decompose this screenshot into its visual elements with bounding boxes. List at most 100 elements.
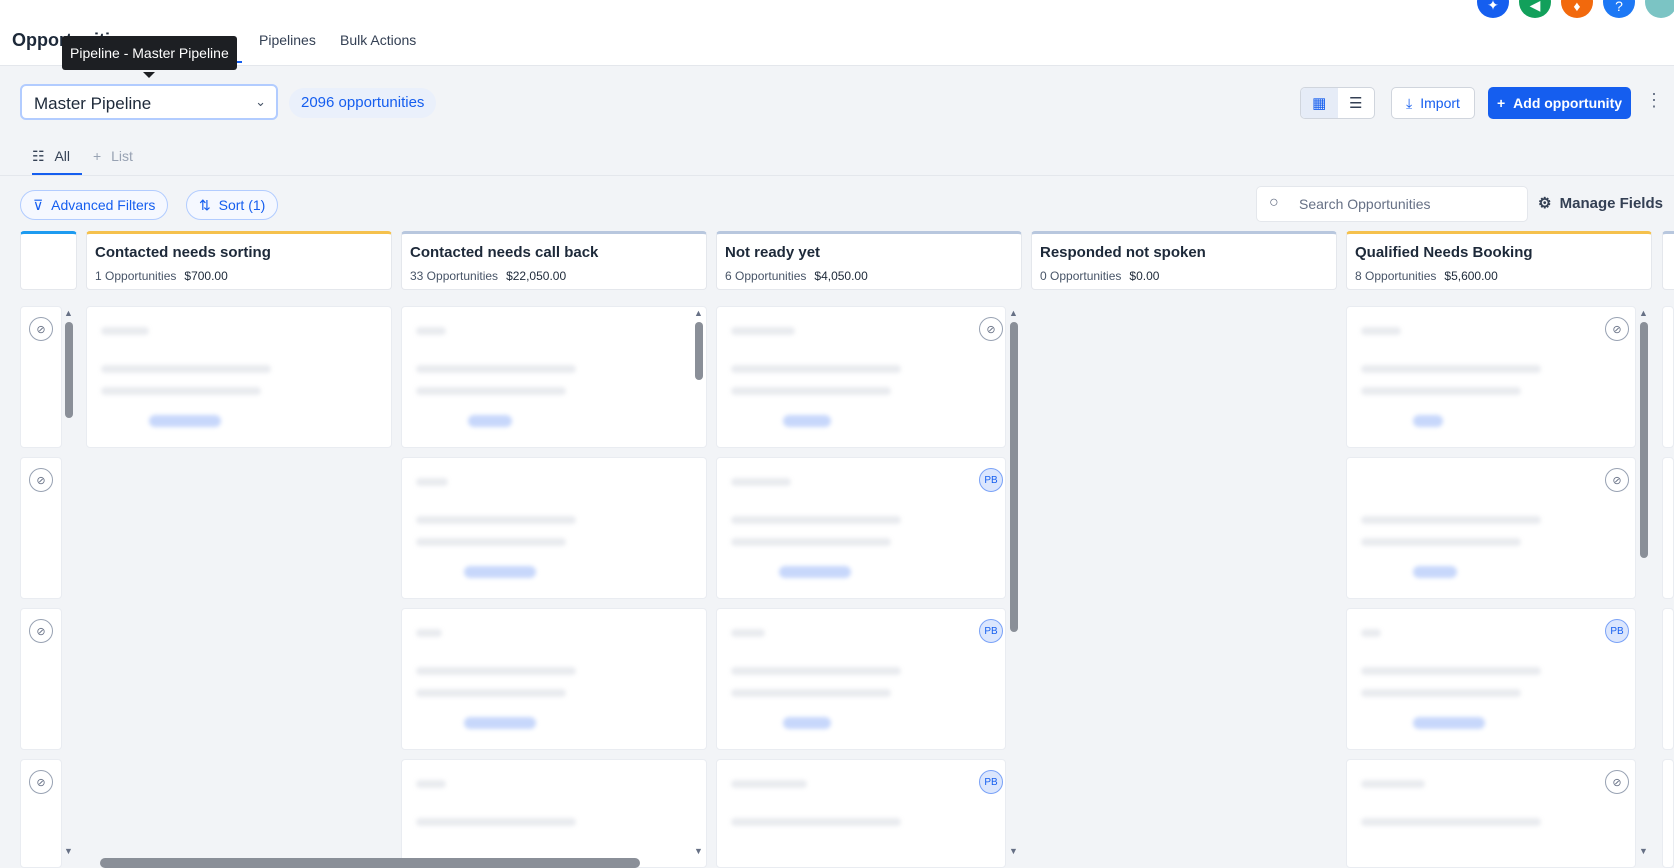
scroll-up-icon[interactable]: ▲ [1639,308,1648,318]
subtabs-divider [0,175,1674,176]
assign-user-icon[interactable]: ⊘ [1605,468,1629,492]
scroll-up-icon[interactable]: ▲ [694,308,703,318]
add-opportunity-label: Add opportunity [1513,95,1623,111]
column-count: 1 Opportunities [95,269,177,283]
column-header-partial [20,231,77,290]
opportunity-card[interactable] [401,457,707,599]
scroll-down-icon[interactable]: ▼ [1639,846,1648,856]
advanced-filters-button[interactable]: ⊽ Advanced Filters [20,190,169,220]
column-name: Responded not spoken [1040,244,1206,261]
opportunity-card[interactable]: ⊘ [20,457,62,599]
megaphone-icon[interactable]: ◀ [1519,0,1551,18]
column-name: Contacted needs sorting [95,244,271,261]
scroll-down-icon[interactable]: ▼ [694,846,703,856]
assign-user-icon[interactable]: ⊘ [29,317,53,341]
assign-user-icon[interactable]: ⊘ [29,468,53,492]
column-value: $0.00 [1129,269,1160,283]
opportunity-card[interactable]: ⊘ [1346,457,1636,599]
opportunity-card[interactable] [401,608,707,750]
assign-user-icon[interactable]: ⊘ [29,770,53,794]
pipeline-select[interactable]: Master Pipeline ⌄ [20,84,278,120]
scrollbar[interactable] [1010,322,1018,632]
assign-user-icon[interactable]: ⊘ [29,619,53,643]
tab-all-label: All [54,148,71,164]
opportunity-card[interactable] [86,306,392,448]
tab-bulk-actions[interactable]: Bulk Actions [340,32,416,48]
sort-button[interactable]: ⇅ Sort (1) [186,190,279,220]
opportunity-card[interactable]: PB [716,457,1006,599]
filter-icon: ⊽ [33,197,44,213]
opportunity-card[interactable] [1662,306,1674,448]
user-avatar[interactable]: PB [979,468,1003,492]
tab-all[interactable]: ☷ All [32,148,70,165]
quick-action-icon[interactable]: ✦ [1477,0,1509,18]
column-name: Contacted needs call back [410,244,599,261]
scroll-down-icon[interactable]: ▼ [1009,846,1018,856]
column-name: Not ready yet [725,244,821,261]
add-opportunity-button[interactable]: + Add opportunity [1488,87,1631,119]
scrollbar[interactable] [65,322,73,418]
column-header-partial [1662,231,1674,290]
scroll-up-icon[interactable]: ▲ [64,308,73,318]
assign-user-icon[interactable]: ⊘ [979,317,1003,341]
column-header[interactable]: Not ready yet 6 Opportunities $4,050.00 [716,231,1022,290]
plus-icon: + [93,148,102,164]
opportunity-card[interactable] [1662,759,1674,868]
assign-user-icon[interactable]: ⊘ [1605,317,1629,341]
opportunity-card[interactable]: ⊘ [20,306,62,448]
opportunity-card[interactable]: ⊘ [716,306,1006,448]
manage-fields-button[interactable]: ⚙ Manage Fields [1538,194,1663,212]
opportunity-card[interactable]: PB [1346,608,1636,750]
opportunity-card[interactable] [401,759,707,868]
column-count: 6 Opportunities [725,269,807,283]
opportunity-card[interactable] [1662,608,1674,750]
opportunity-card[interactable]: ⊘ [20,608,62,750]
sort-label: Sort (1) [218,197,266,213]
scrollbar[interactable] [695,322,703,380]
advanced-filters-label: Advanced Filters [51,197,156,213]
column-header[interactable]: Contacted needs call back 33 Opportuniti… [401,231,707,290]
scroll-down-icon[interactable]: ▼ [64,846,73,856]
column-name: Qualified Needs Booking [1355,244,1533,261]
plus-icon: + [1496,95,1506,111]
sort-icon: ⇅ [199,197,211,213]
scroll-up-icon[interactable]: ▲ [1009,308,1018,318]
grid-view-icon[interactable]: ▦ [1301,88,1338,118]
more-options-icon[interactable]: ⋮ [1645,90,1663,111]
user-avatar[interactable] [1645,0,1674,18]
opportunity-card[interactable]: PB [716,608,1006,750]
column-value: $4,050.00 [814,269,868,283]
list-icon: ☷ [32,148,45,164]
opportunity-card[interactable]: PB [716,759,1006,868]
user-avatar[interactable]: PB [979,770,1003,794]
import-button[interactable]: ⤓ Import [1391,87,1475,119]
add-list-tab[interactable]: + List [93,148,133,164]
opportunity-card[interactable] [401,306,707,448]
assign-user-icon[interactable]: ⊘ [1605,770,1629,794]
opportunity-card[interactable]: ⊘ [1346,759,1636,868]
column-count: 8 Opportunities [1355,269,1437,283]
gear-icon: ⚙ [1538,195,1552,212]
view-toggle: ▦ ☰ [1300,87,1375,119]
user-avatar[interactable]: PB [1605,619,1629,643]
opportunity-card[interactable]: ⊘ [1346,306,1636,448]
search-input[interactable]: ○ Search Opportunities [1256,186,1528,222]
column-header[interactable]: Qualified Needs Booking 8 Opportunities $… [1346,231,1652,290]
opportunity-count-badge: 2096 opportunities [289,88,437,118]
column-header[interactable]: Responded not spoken 0 Opportunities $0.0… [1031,231,1337,290]
list-view-icon[interactable]: ☰ [1338,88,1375,118]
column-count: 0 Opportunities [1040,269,1122,283]
user-avatar[interactable]: PB [979,619,1003,643]
horizontal-scrollbar[interactable] [100,858,640,868]
notification-bell-icon[interactable]: ♦ [1561,0,1593,18]
pipeline-tooltip: Pipeline - Master Pipeline [62,36,237,70]
column-value: $22,050.00 [506,269,567,283]
help-icon[interactable]: ? [1603,0,1635,18]
download-icon: ⤓ [1406,94,1413,111]
column-header[interactable]: Contacted needs sorting 1 Opportunities $… [86,231,392,290]
column-count: 33 Opportunities [410,269,499,283]
tab-pipelines[interactable]: Pipelines [259,32,316,48]
opportunity-card[interactable]: ⊘ [20,759,62,868]
scrollbar[interactable] [1640,322,1648,558]
opportunity-card[interactable] [1662,457,1674,599]
